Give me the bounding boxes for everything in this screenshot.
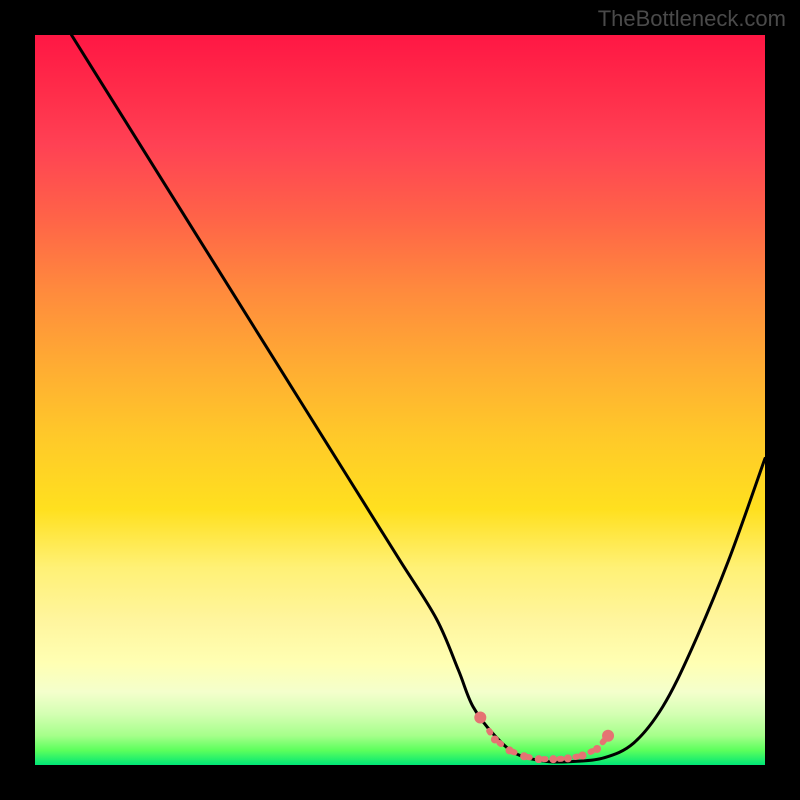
watermark-text: TheBottleneck.com xyxy=(598,6,786,32)
chart-area xyxy=(35,35,765,765)
optimal-zone-markers xyxy=(35,35,765,765)
